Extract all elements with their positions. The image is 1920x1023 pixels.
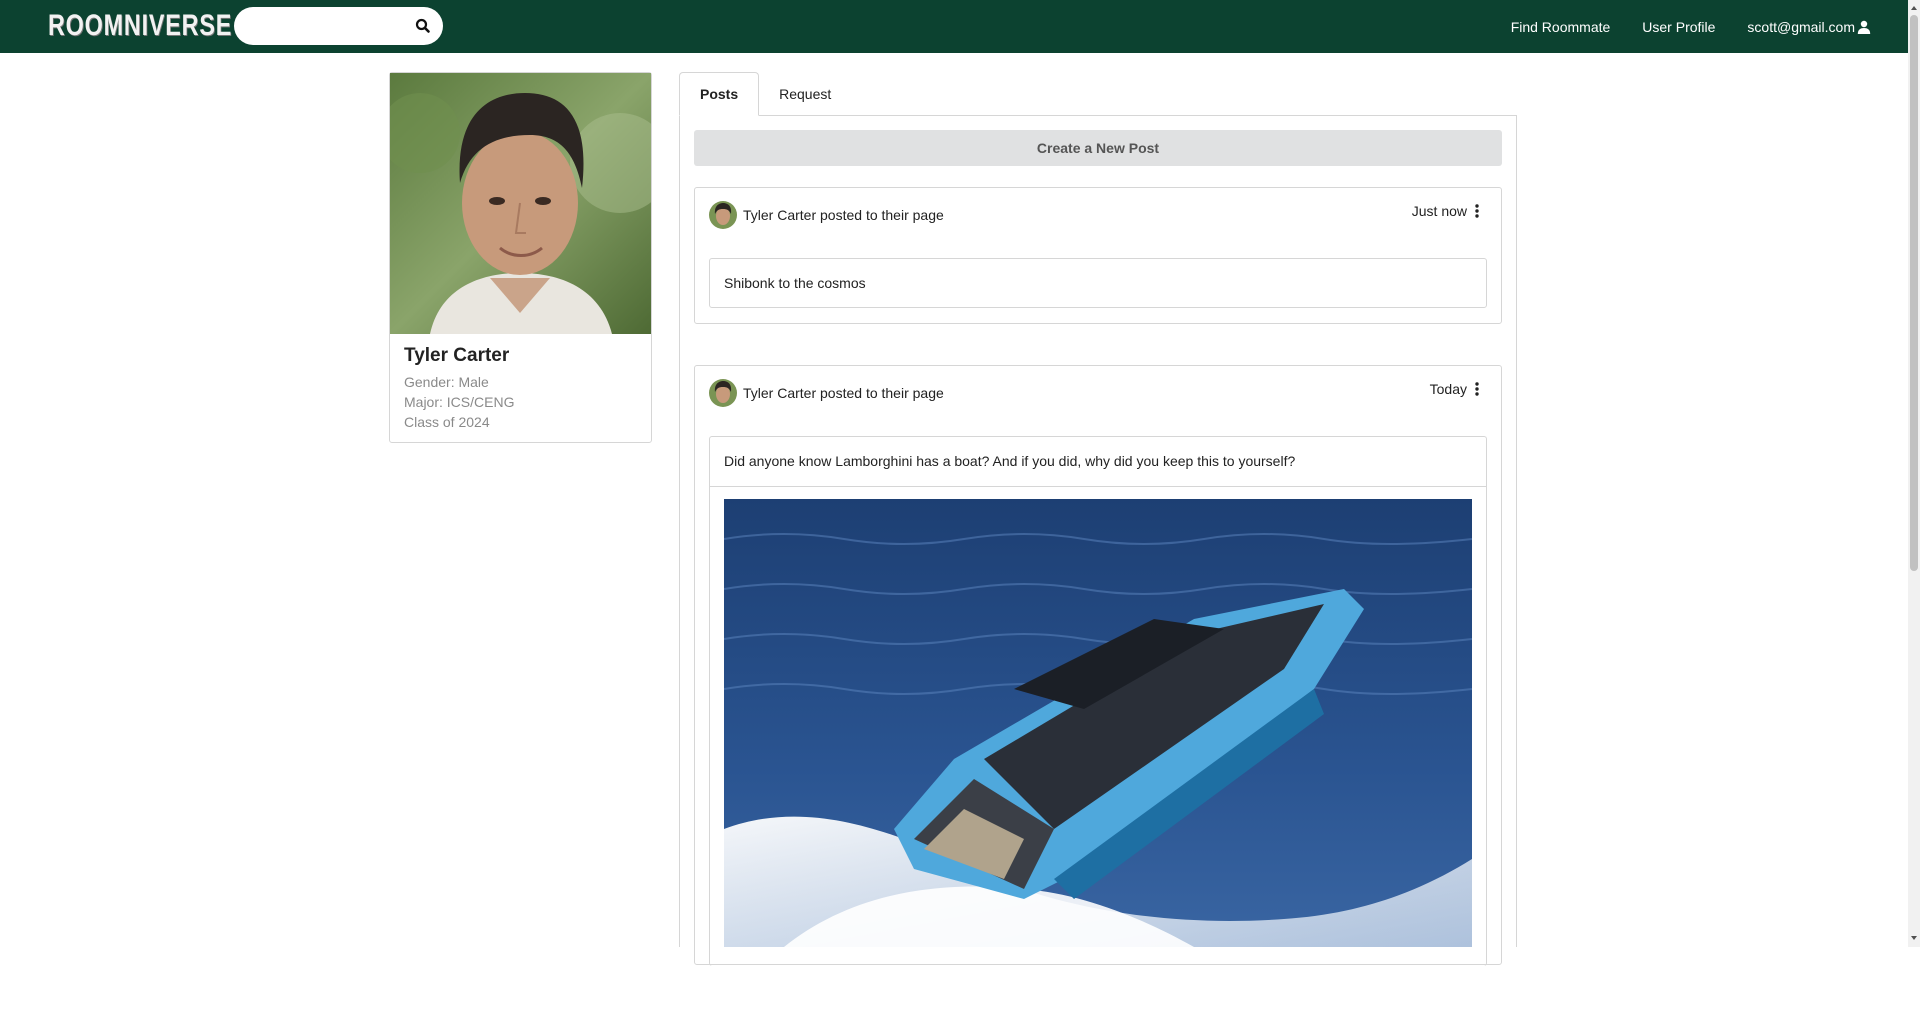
profile-name: Tyler Carter (404, 345, 510, 366)
post-author-line: Tyler Carter posted to their page (743, 385, 944, 401)
post-content: Did anyone know Lamborghini has a boat? … (709, 436, 1487, 966)
more-options-icon[interactable] (1475, 204, 1479, 218)
user-icon (1857, 20, 1871, 34)
top-navbar: ROOMNIVERSE Find Roommate User Profile s… (0, 0, 1908, 53)
account-email: scott@gmail.com (1747, 18, 1855, 35)
search-box (234, 7, 443, 45)
post-author-line: Tyler Carter posted to their page (743, 207, 944, 223)
account-menu[interactable]: scott@gmail.com (1747, 19, 1871, 35)
post-time-text: Today (1429, 381, 1467, 397)
scroll-up-arrow-icon[interactable] (1910, 3, 1918, 13)
profile-card: Tyler Carter Gender: Male Major: ICS/CEN… (389, 72, 652, 443)
profile-class-year: Class of 2024 (404, 414, 490, 430)
site-logo[interactable]: ROOMNIVERSE (48, 9, 232, 43)
scroll-down-arrow-icon[interactable] (1910, 933, 1918, 943)
create-post-button[interactable]: Create a New Post (694, 130, 1502, 166)
scrollbar-thumb[interactable] (1910, 15, 1918, 571)
find-roommate-link[interactable]: Find Roommate (1511, 19, 1611, 35)
post-timestamp: Today (1430, 381, 1479, 397)
profile-tabs: Posts Request (679, 72, 851, 116)
posts-panel: Create a New Post Tyler Carter posted to… (679, 115, 1517, 966)
post-card: Tyler Carter posted to their page Today … (694, 365, 1502, 966)
nav-links: Find Roommate User Profile scott@gmail.c… (1479, 0, 1871, 53)
more-options-icon[interactable] (1475, 382, 1479, 396)
tab-request[interactable]: Request (759, 72, 851, 116)
search-icon[interactable] (413, 16, 433, 36)
post-image[interactable] (724, 499, 1472, 947)
avatar[interactable] (709, 379, 737, 407)
post-header: Tyler Carter posted to their page (709, 201, 944, 229)
post-divider (710, 486, 1486, 487)
search-input[interactable] (248, 15, 408, 37)
user-profile-link[interactable]: User Profile (1642, 19, 1715, 35)
profile-photo (390, 73, 651, 334)
post-card: Tyler Carter posted to their page Just n… (694, 187, 1502, 324)
post-timestamp: Just now (1412, 203, 1479, 219)
tab-posts[interactable]: Posts (679, 72, 760, 116)
post-content: Shibonk to the cosmos (709, 258, 1487, 308)
post-text: Did anyone know Lamborghini has a boat? … (724, 453, 1296, 469)
avatar[interactable] (709, 201, 737, 229)
profile-gender: Gender: Male (404, 374, 489, 390)
post-header: Tyler Carter posted to their page (709, 379, 944, 407)
post-text: Shibonk to the cosmos (724, 275, 866, 291)
profile-major: Major: ICS/CENG (404, 394, 515, 410)
post-time-text: Just now (1411, 203, 1467, 219)
page-scrollbar[interactable] (1908, 0, 1920, 947)
